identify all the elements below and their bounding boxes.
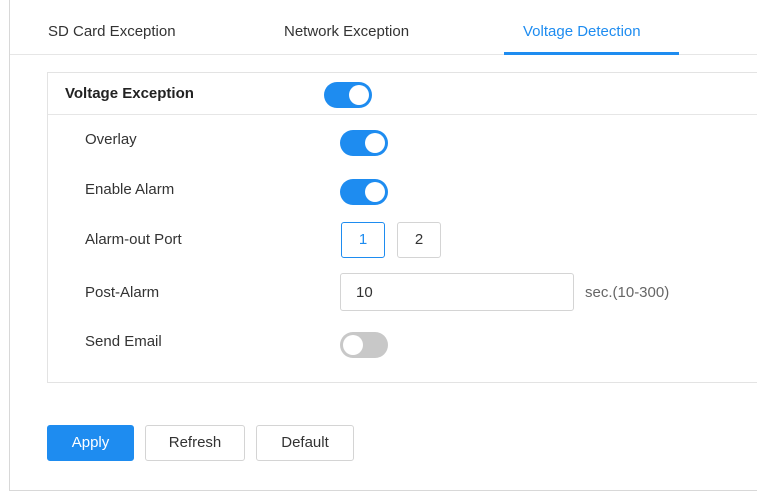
tab-voltage-detection[interactable]: Voltage Detection [523, 0, 641, 55]
alarm-port-1-button[interactable]: 1 [341, 222, 385, 258]
voltage-exception-toggle[interactable] [324, 82, 372, 108]
panel-header: Voltage Exception [48, 73, 757, 115]
default-button[interactable]: Default [256, 425, 354, 461]
send-email-label: Send Email [85, 333, 162, 350]
tab-bar: SD Card Exception Network Exception Volt… [10, 0, 757, 55]
toggle-knob [349, 85, 369, 105]
tab-network-exception[interactable]: Network Exception [284, 0, 409, 55]
overlay-toggle[interactable] [340, 130, 388, 156]
panel-title: Voltage Exception [65, 85, 194, 102]
alarm-out-port-label: Alarm-out Port [85, 231, 182, 248]
toggle-knob [365, 133, 385, 153]
post-alarm-label: Post-Alarm [85, 284, 160, 301]
refresh-button[interactable]: Refresh [145, 425, 245, 461]
post-alarm-input[interactable] [340, 273, 574, 311]
send-email-toggle[interactable] [340, 332, 388, 358]
post-alarm-range-hint: sec.(10-300) [585, 284, 670, 301]
toggle-knob [365, 182, 385, 202]
tab-sd-card-exception[interactable]: SD Card Exception [48, 0, 176, 55]
enable-alarm-label: Enable Alarm [85, 181, 175, 198]
active-tab-indicator [504, 52, 679, 55]
overlay-label: Overlay [85, 131, 137, 148]
enable-alarm-toggle[interactable] [340, 179, 388, 205]
alarm-port-2-button[interactable]: 2 [397, 222, 441, 258]
apply-button[interactable]: Apply [47, 425, 134, 461]
toggle-knob [343, 335, 363, 355]
